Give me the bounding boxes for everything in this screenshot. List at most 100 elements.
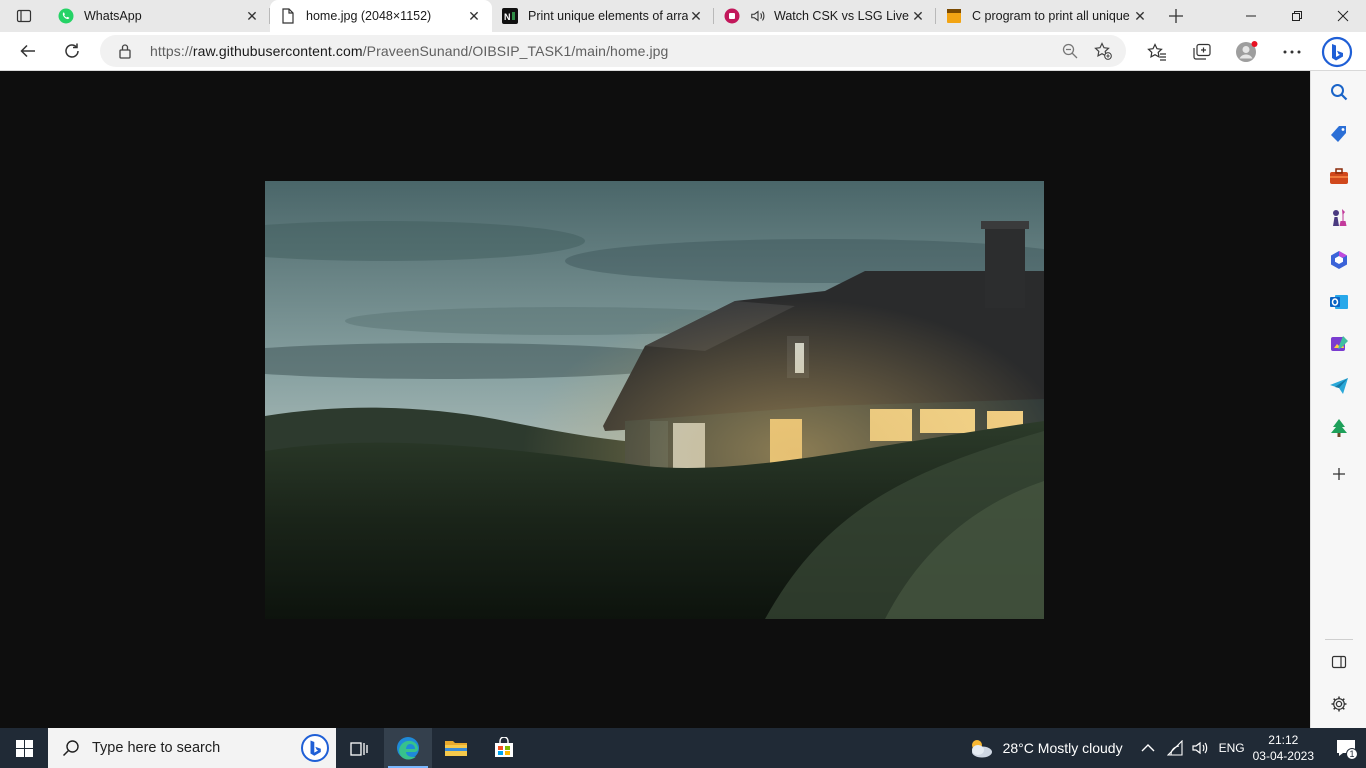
sidebar-office-button[interactable] [1328, 249, 1350, 271]
notifications-button[interactable]: 1 [1326, 728, 1366, 768]
sidebar-outlook-button[interactable] [1328, 291, 1350, 313]
task-view-button[interactable] [336, 728, 384, 768]
sidebar-shopping-button[interactable] [1328, 123, 1350, 145]
sidebar-settings-button[interactable] [1328, 693, 1350, 715]
chevron-up-icon[interactable] [1141, 743, 1155, 753]
taskbar-file-explorer[interactable] [432, 728, 480, 768]
search-placeholder: Type here to search [92, 740, 221, 756]
tab-c-program[interactable]: C program to print all unique ✕ [936, 0, 1158, 32]
sidebar-designer-button[interactable] [1328, 333, 1350, 355]
notification-count-badge: 1 [1346, 748, 1358, 760]
clock-time: 21:12 [1268, 733, 1299, 747]
close-window-button[interactable] [1320, 0, 1366, 32]
plus-icon [1169, 9, 1183, 23]
sidebar-send-button[interactable] [1328, 375, 1350, 397]
back-button[interactable] [6, 34, 50, 68]
restore-button[interactable] [1274, 0, 1320, 32]
gfg-icon: N [502, 8, 518, 24]
sidebar-tree-button[interactable] [1328, 417, 1350, 439]
url-domain: raw.githubusercontent.com [192, 43, 363, 59]
sidebar-panel-icon [1331, 655, 1347, 669]
browser-toolbar: https://raw.githubusercontent.com/Pravee… [0, 32, 1366, 71]
url-path: /PraveenSunand/OIBSIP_TASK1/main/home.jp… [362, 43, 669, 59]
bing-chat-button[interactable] [1314, 35, 1359, 69]
favorites-button[interactable] [1134, 35, 1179, 69]
start-button[interactable] [0, 728, 48, 768]
system-tray: 28°C Mostly cloudy ENG 21:12 03-04-2023 … [967, 728, 1366, 768]
tab-title: Print unique elements of arra [528, 9, 688, 23]
address-url: https://raw.githubusercontent.com/Pravee… [150, 43, 668, 59]
sidebar-hide-button[interactable] [1328, 651, 1350, 673]
new-tab-button[interactable] [1158, 0, 1194, 32]
avatar-icon [1235, 40, 1257, 62]
speaker-icon[interactable] [750, 8, 766, 24]
svg-text:N: N [504, 12, 511, 22]
favorites-icon [1146, 42, 1166, 61]
address-bar[interactable]: https://raw.githubusercontent.com/Pravee… [100, 35, 1126, 67]
network-icon[interactable] [1166, 740, 1183, 756]
search-icon [62, 740, 79, 757]
close-icon[interactable]: ✕ [688, 8, 704, 24]
toolbar-right-group [1134, 32, 1359, 71]
tab-strip: WhatsApp ✕ home.jpg (2048×1152) ✕ N Prin… [0, 0, 1366, 32]
sidebar-divider [1325, 639, 1353, 640]
close-icon[interactable]: ✕ [466, 8, 482, 24]
outlook-icon [1330, 295, 1348, 309]
tab-actions-button[interactable] [0, 0, 48, 32]
weather-text[interactable]: 28°C Mostly cloudy [1003, 740, 1123, 756]
gear-icon [1331, 696, 1347, 712]
language-indicator[interactable]: ENG [1219, 741, 1245, 755]
tab-title: Watch CSK vs LSG Live M [774, 9, 910, 23]
whatsapp-icon [58, 8, 74, 24]
taskbar-edge[interactable] [384, 728, 432, 768]
url-scheme: https:// [150, 43, 193, 59]
close-icon[interactable]: ✕ [244, 8, 260, 24]
refresh-icon [65, 43, 79, 58]
profile-button[interactable] [1224, 35, 1269, 69]
tab-title: C program to print all unique [972, 9, 1130, 23]
collections-button[interactable] [1179, 35, 1224, 69]
close-icon[interactable]: ✕ [910, 8, 926, 24]
jiocinema-icon [724, 8, 740, 24]
zoom-icon[interactable] [1062, 43, 1078, 64]
page-icon [280, 8, 296, 24]
house-photo[interactable] [265, 181, 1044, 619]
search-icon [1331, 84, 1348, 101]
tree-icon [1331, 419, 1347, 437]
minimize-button[interactable] [1228, 0, 1274, 32]
close-icon [1337, 10, 1349, 22]
tutorial-icon [946, 8, 962, 24]
windows-taskbar: Type here to search 28°C Mostly cloudy E… [0, 728, 1366, 768]
sidebar-add-button[interactable] [1328, 463, 1350, 485]
close-icon[interactable]: ✕ [1132, 8, 1148, 24]
edge-icon [397, 737, 419, 760]
shopping-tag-icon [1331, 126, 1346, 142]
refresh-button[interactable] [50, 34, 94, 68]
volume-icon[interactable] [1191, 740, 1209, 756]
add-favorite-icon[interactable] [1094, 42, 1112, 65]
designer-icon [1331, 336, 1348, 351]
sidebar-games-button[interactable] [1328, 207, 1350, 229]
tab-title: WhatsApp [84, 9, 142, 23]
tab-home-jpg[interactable]: home.jpg (2048×1152) ✕ [270, 0, 492, 32]
settings-more-button[interactable] [1269, 35, 1314, 69]
window-controls [1228, 0, 1366, 32]
lock-icon[interactable] [100, 43, 150, 59]
chess-pieces-icon [1333, 209, 1347, 226]
tab-gfg[interactable]: N Print unique elements of arra ✕ [492, 0, 714, 32]
clock-date: 03-04-2023 [1252, 749, 1314, 763]
taskbar-store[interactable] [480, 728, 528, 768]
minimize-icon [1246, 15, 1256, 17]
windows-logo-icon [15, 739, 33, 757]
tab-whatsapp[interactable]: WhatsApp ✕ [48, 0, 270, 32]
bing-icon[interactable] [300, 733, 330, 763]
store-icon [495, 737, 513, 757]
taskbar-search-box[interactable]: Type here to search [48, 728, 336, 768]
clock[interactable]: 21:12 03-04-2023 [1253, 732, 1314, 764]
toolbox-icon [1330, 168, 1348, 184]
sidebar-search-button[interactable] [1328, 81, 1350, 103]
weather-cloudy-icon[interactable] [967, 736, 995, 760]
tab-csk-lsg[interactable]: Watch CSK vs LSG Live M ✕ [714, 0, 936, 32]
sidebar-tools-button[interactable] [1328, 165, 1350, 187]
restore-icon [1292, 11, 1302, 21]
